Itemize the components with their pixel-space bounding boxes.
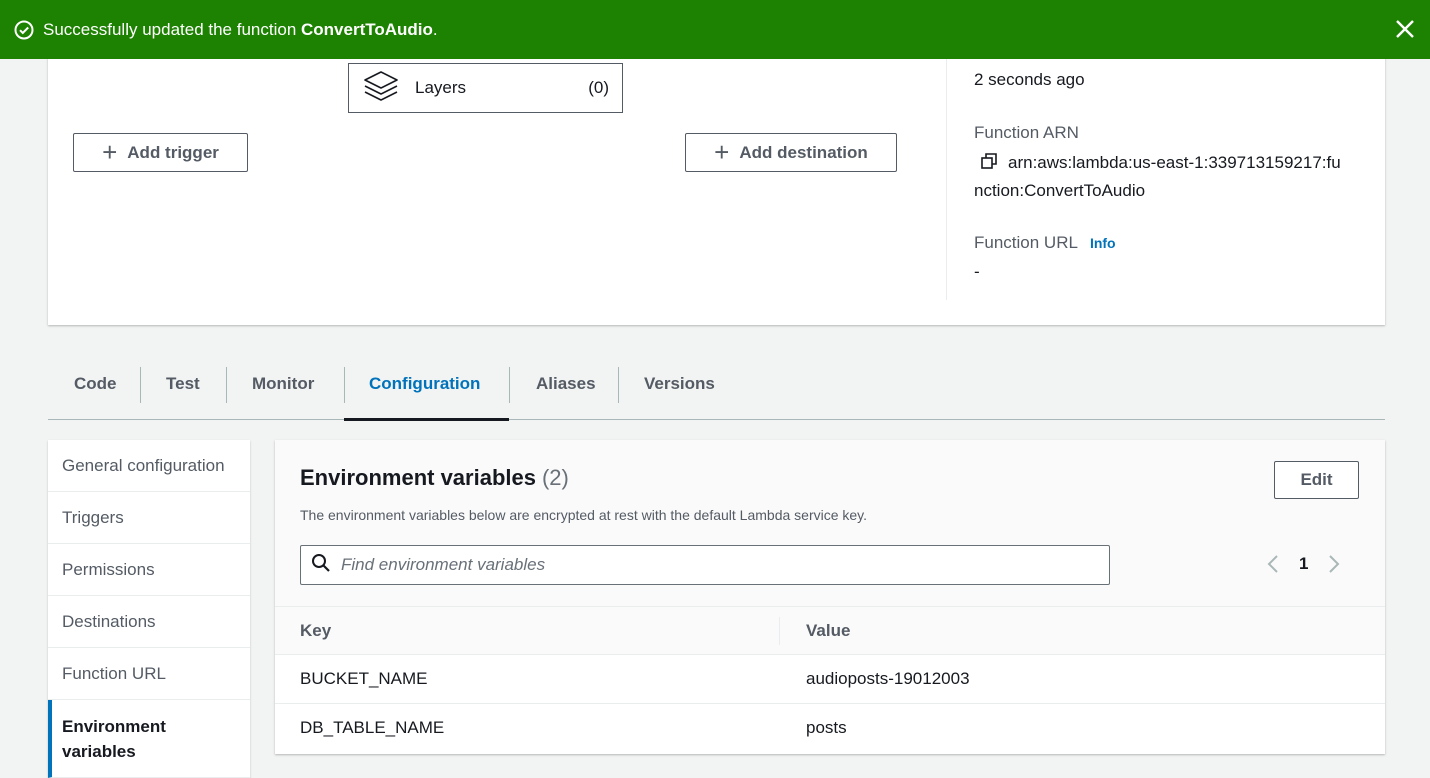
pagination: 1: [1265, 552, 1342, 576]
function-url-label: Function URL: [974, 233, 1078, 252]
chevron-left-icon[interactable]: [1265, 552, 1281, 576]
tab-configuration[interactable]: Configuration: [344, 365, 509, 421]
panel-title-text: Environment variables: [300, 465, 536, 490]
sidenav-item-destinations[interactable]: Destinations: [48, 596, 250, 648]
table-header: Key Value: [275, 606, 1385, 655]
tab-test[interactable]: Test: [140, 365, 226, 420]
tab-versions[interactable]: Versions: [618, 365, 738, 420]
tab-monitor[interactable]: Monitor: [226, 365, 344, 420]
flash-message-text: Successfully updated the function: [43, 19, 301, 39]
layers-label: Layers: [415, 78, 467, 97]
panel-description: The environment variables below are encr…: [300, 507, 868, 523]
close-icon[interactable]: [1394, 18, 1416, 40]
plus-icon: +: [102, 136, 118, 167]
row-value: audioposts-19012003: [806, 669, 970, 688]
function-arn-text1: arn:aws:lambda:us-east-1:339713159217:fu: [1008, 153, 1341, 172]
flash-function-name: ConvertToAudio: [301, 19, 433, 39]
row-key: DB_TABLE_NAME: [300, 718, 445, 737]
success-check-icon: [14, 20, 34, 40]
column-header-key: Key: [300, 621, 332, 640]
success-flash-banner: Successfully updated the function Conver…: [0, 0, 1430, 59]
search-box: [300, 545, 1110, 585]
function-arn-label: Function ARN: [974, 123, 1079, 142]
layers-count: (0): [588, 78, 609, 97]
panel-header: Environment variables (2) The environment…: [275, 440, 1385, 606]
function-arn-line2: nction:ConvertToAudio: [974, 181, 1146, 200]
copy-icon[interactable]: [980, 152, 998, 170]
column-header-value: Value: [806, 621, 851, 640]
search-icon: [311, 553, 331, 578]
function-arn-line1: arn:aws:lambda:us-east-1:339713159217:fu: [974, 152, 1341, 173]
add-destination-button[interactable]: + Add destination: [685, 133, 897, 172]
table-row: BUCKET_NAME audioposts-19012003: [275, 655, 1385, 704]
add-trigger-label: Add trigger: [127, 142, 219, 162]
table-row: DB_TABLE_NAME posts: [275, 704, 1385, 753]
function-url-row: Function URL Info: [974, 233, 1116, 253]
column-divider: [779, 617, 780, 645]
sidenav-item-function-url[interactable]: Function URL: [48, 648, 250, 700]
row-value: posts: [806, 718, 847, 737]
tab-code[interactable]: Code: [48, 365, 140, 420]
search-input[interactable]: [341, 555, 1091, 575]
configuration-sidenav: General configuration Triggers Permissio…: [48, 440, 250, 778]
plus-icon: +: [714, 136, 730, 167]
sidenav-item-permissions[interactable]: Permissions: [48, 544, 250, 596]
panel-title: Environment variables (2): [300, 465, 569, 491]
environment-variables-panel: Environment variables (2) The environment…: [275, 440, 1385, 754]
sidenav-item-general-configuration[interactable]: General configuration: [48, 440, 250, 492]
flash-message-suffix: .: [432, 19, 438, 39]
layers-box[interactable]: Layers (0): [348, 63, 623, 113]
add-destination-label: Add destination: [739, 142, 868, 162]
page-number[interactable]: 1: [1299, 554, 1308, 574]
sidenav-item-environment-variables[interactable]: Environment variables: [48, 700, 250, 778]
add-trigger-button[interactable]: + Add trigger: [73, 133, 248, 172]
function-overview-panel: Layers (0) + Add trigger + Add destinati…: [48, 40, 1385, 325]
chevron-right-icon[interactable]: [1326, 552, 1342, 576]
layers-icon: [363, 69, 399, 108]
edit-button[interactable]: Edit: [1274, 461, 1359, 499]
info-link[interactable]: Info: [1090, 235, 1116, 251]
last-modified-value: 2 seconds ago: [974, 70, 1085, 89]
tab-aliases[interactable]: Aliases: [509, 365, 618, 420]
sidenav-item-triggers[interactable]: Triggers: [48, 492, 250, 544]
panel-count: (2): [541, 465, 569, 490]
overview-divider: [946, 40, 947, 300]
row-key: BUCKET_NAME: [300, 669, 428, 688]
flash-message: Successfully updated the function Conver…: [43, 20, 438, 40]
function-tabs: Code Test Monitor Configuration Aliases …: [48, 365, 1385, 421]
function-url-value: -: [974, 262, 980, 281]
